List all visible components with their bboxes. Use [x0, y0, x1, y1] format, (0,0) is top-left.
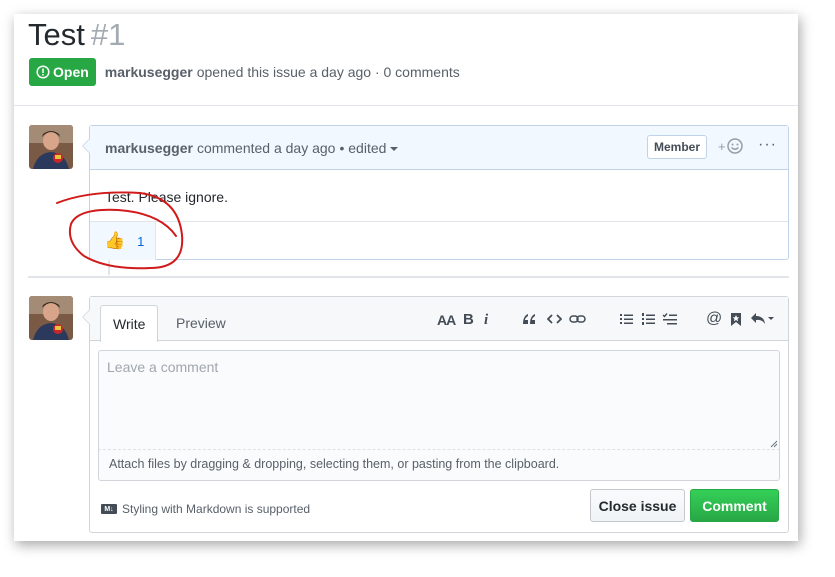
issue-meta: Open markusegger opened this issue a day… [29, 58, 460, 86]
comment-button[interactable]: Comment [690, 489, 779, 522]
issue-title: Test #1 [28, 16, 125, 54]
current-user-avatar[interactable] [29, 296, 73, 340]
caret-down-icon [390, 146, 399, 151]
issue-page: Test #1 Open markusegger opened this issu… [14, 14, 798, 541]
comment-author-link[interactable]: markusegger [105, 140, 193, 156]
bulleted-list-icon [620, 314, 633, 324]
numbered-list-icon [642, 313, 655, 325]
avatar[interactable] [29, 125, 73, 169]
issue-meta-text: opened this issue a day ago · 0 comments [196, 64, 460, 80]
comment: markusegger commented a day ago • edited… [82, 125, 789, 260]
link-icon [569, 315, 586, 323]
tab-preview[interactable]: Preview [164, 305, 238, 341]
resize-grip-icon[interactable] [770, 440, 778, 448]
thumbs-up-reaction[interactable]: 👍 1 [90, 222, 156, 260]
bookmark-icon [731, 313, 741, 326]
comment-textarea[interactable]: Leave a comment [98, 350, 780, 450]
more-options-button[interactable]: ··· [758, 136, 777, 154]
reply-icon [751, 313, 774, 324]
timeline-divider [28, 276, 789, 278]
reply-button[interactable] [750, 312, 774, 326]
smiley-icon [726, 138, 743, 154]
new-comment-form: Write Preview AA B i @ Leave a comment A… [82, 296, 789, 533]
task-list-button[interactable] [662, 312, 678, 326]
markdown-support-link[interactable]: M↓ Styling with Markdown is supported [101, 502, 310, 516]
quote-icon [523, 314, 535, 324]
markdown-icon: M↓ [101, 504, 117, 514]
reaction-count: 1 [137, 233, 145, 249]
attach-files-area[interactable]: Attach files by dragging & dropping, sel… [98, 450, 780, 481]
quote-button[interactable] [522, 312, 537, 326]
task-list-icon [662, 313, 677, 325]
bulleted-list-button[interactable] [619, 312, 634, 326]
issue-number: #1 [90, 17, 126, 52]
header-divider [14, 105, 798, 106]
reactions-bar: 👍 1 [90, 221, 788, 260]
state-label: Open [53, 64, 89, 80]
edited-dropdown[interactable]: • edited [339, 139, 399, 156]
editor-header: Write Preview AA B i @ [90, 297, 788, 342]
comment-meta: commented a day ago [196, 139, 336, 156]
issue-opened-icon [36, 65, 50, 79]
avatar-image [29, 125, 73, 169]
bold-button[interactable]: B [463, 311, 474, 329]
textarea-placeholder: Leave a comment [107, 359, 219, 375]
plus-label: + [718, 138, 726, 154]
markdown-note-text: Styling with Markdown is supported [122, 502, 311, 516]
add-reaction-button[interactable]: + [718, 138, 743, 154]
edited-label: • edited [339, 139, 387, 156]
tab-write[interactable]: Write [100, 305, 159, 342]
comment-header: markusegger commented a day ago • edited… [90, 126, 788, 170]
mention-button[interactable]: @ [706, 310, 722, 328]
timeline-line [108, 260, 110, 275]
close-issue-button[interactable]: Close issue [590, 489, 685, 522]
header-text-button[interactable]: AA [437, 311, 456, 329]
code-icon [547, 314, 562, 324]
state-badge: Open [29, 58, 96, 86]
issue-author-link[interactable]: markusegger [105, 64, 193, 80]
member-badge: Member [647, 135, 708, 159]
avatar-image [29, 296, 73, 340]
code-button[interactable] [547, 312, 562, 326]
comment-body: Test. Please ignore. [105, 189, 228, 205]
thumbs-up-icon: 👍 [104, 231, 126, 250]
numbered-list-button[interactable] [641, 312, 656, 326]
link-button[interactable] [569, 312, 586, 326]
italic-button[interactable]: i [484, 311, 488, 329]
saved-reply-button[interactable] [730, 312, 742, 327]
issue-title-text: Test [28, 17, 85, 52]
